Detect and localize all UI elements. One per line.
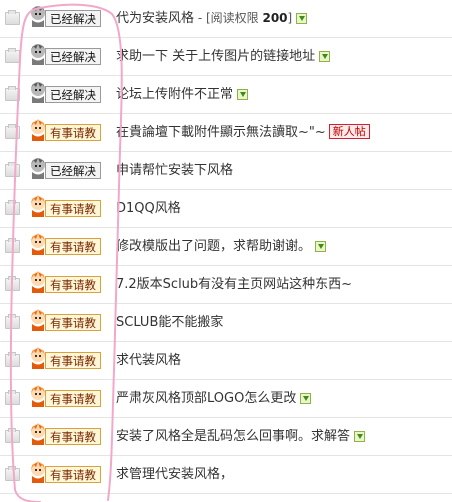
orange-avatar-icon (28, 459, 48, 483)
thread-title-text: 7.2版本Sclub有没有主页网站这种东西~ (116, 277, 353, 292)
badge-label: 有事请教 (45, 124, 101, 141)
thread-title-link[interactable]: 7.2版本Sclub有没有主页网站这种东西~ (116, 276, 352, 293)
orange-avatar-icon (28, 231, 48, 255)
folder-icon (5, 86, 20, 101)
attachment-icon (237, 89, 249, 100)
thread-row[interactable]: 有事请教 严肃灰风格顶部LOGO怎么更改 (0, 380, 452, 418)
orange-avatar-icon (28, 269, 48, 293)
attachment-icon (319, 51, 331, 62)
thread-row[interactable]: 有事请教 在貴論壇下載附件顯示無法讀取~"~ 新人帖 (0, 114, 452, 152)
thread-list: 已经解决 代为安装风格 - [阅读权限 200] 已经解决 求助一下 关于上传图片的链… (0, 0, 452, 494)
folder-icon (5, 10, 20, 25)
badge-label: 有事请教 (45, 314, 101, 331)
folder-icon (5, 352, 20, 367)
folder-icon (5, 162, 20, 177)
thread-title-text: 求助一下 关于上传图片的链接地址 (116, 49, 316, 64)
thread-row[interactable]: 有事请教 求管理代安装风格， (0, 456, 452, 494)
read-permission-close: ] (287, 11, 293, 25)
thread-title-text: 修改模版出了问题，求帮助谢谢。 (116, 239, 312, 254)
folder-icon (5, 200, 20, 215)
thread-row[interactable]: 有事请教 修改模版出了问题，求帮助谢谢。 (0, 228, 452, 266)
thread-title-text: 代为安装风格 (116, 11, 195, 26)
new-user-tag: 新人帖 (328, 124, 370, 139)
thread-row[interactable]: 有事请教 求代装风格 (0, 342, 452, 380)
badge-label: 有事请教 (45, 352, 101, 369)
thread-title-text: 求代装风格 (116, 353, 182, 368)
thread-title-link[interactable]: 在貴論壇下載附件顯示無法讀取~"~ 新人帖 (116, 124, 370, 141)
thread-row[interactable]: 已经解决 申请帮忙安装下风格 (0, 152, 452, 190)
attachment-icon (315, 241, 327, 252)
thread-row[interactable]: 有事请教 SCLUB能不能搬家 (0, 304, 452, 342)
badge-label: 已经解决 (45, 10, 101, 27)
thread-row[interactable]: 有事请教 D1QQ风格 (0, 190, 452, 228)
folder-icon (5, 466, 20, 481)
thread-row[interactable]: 有事请教 安装了风格全是乱码怎么回事啊。求解答 (0, 418, 452, 456)
thread-title-link[interactable]: 修改模版出了问题，求帮助谢谢。 (116, 238, 327, 255)
thread-title-text: D1QQ风格 (116, 201, 181, 216)
orange-avatar-icon (28, 421, 48, 445)
thread-title-text: 严肃灰风格顶部LOGO怎么更改 (116, 391, 297, 406)
folder-icon (5, 124, 20, 139)
thread-title-link[interactable]: SCLUB能不能搬家 (116, 314, 223, 331)
thread-title-text: 求管理代安装风格， (116, 467, 234, 482)
orange-avatar-icon (28, 193, 48, 217)
folder-icon (5, 276, 20, 291)
folder-icon (5, 390, 20, 405)
badge-label: 已经解决 (45, 86, 101, 103)
gray-avatar-icon (28, 41, 48, 65)
gray-avatar-icon (28, 155, 48, 179)
attachment-icon (300, 393, 312, 404)
badge-label: 有事请教 (45, 390, 101, 407)
thread-row[interactable]: 已经解决 论坛上传附件不正常 (0, 76, 452, 114)
folder-icon (5, 428, 20, 443)
thread-title-link[interactable]: 安装了风格全是乱码怎么回事啊。求解答 (116, 428, 366, 445)
gray-avatar-icon (28, 3, 48, 27)
thread-title-text: 安装了风格全是乱码怎么回事啊。求解答 (116, 429, 351, 444)
badge-label: 有事请教 (45, 200, 101, 217)
read-permission: - [阅读权限 200] (194, 11, 292, 25)
badge-label: 已经解决 (45, 162, 101, 179)
read-permission-label: - [阅读权限 (194, 11, 263, 25)
thread-title-link[interactable]: 论坛上传附件不正常 (116, 86, 249, 103)
folder-icon (5, 314, 20, 329)
badge-label: 有事请教 (45, 238, 101, 255)
orange-avatar-icon (28, 117, 48, 141)
read-permission-value: 200 (262, 11, 288, 25)
thread-title-text: 在貴論壇下載附件顯示無法讀取~"~ (116, 125, 326, 140)
thread-title-link[interactable]: 申请帮忙安装下风格 (116, 162, 233, 179)
thread-title-text: 论坛上传附件不正常 (116, 87, 234, 102)
thread-title-link[interactable]: D1QQ风格 (116, 200, 181, 217)
thread-title-text: SCLUB能不能搬家 (116, 315, 224, 330)
thread-title-link[interactable]: 求管理代安装风格， (116, 466, 233, 483)
orange-avatar-icon (28, 307, 48, 331)
gray-avatar-icon (28, 79, 48, 103)
attachment-icon (296, 13, 308, 24)
attachment-icon (354, 431, 366, 442)
thread-title-link[interactable]: 求助一下 关于上传图片的链接地址 (116, 48, 331, 65)
badge-label: 已经解决 (45, 48, 101, 65)
folder-icon (5, 48, 20, 63)
thread-title-link[interactable]: 严肃灰风格顶部LOGO怎么更改 (116, 390, 312, 407)
badge-label: 有事请教 (45, 466, 101, 483)
orange-avatar-icon (28, 383, 48, 407)
folder-icon (5, 238, 20, 253)
thread-title-link[interactable]: 代为安装风格 - [阅读权限 200] (116, 10, 308, 27)
orange-avatar-icon (28, 345, 48, 369)
badge-label: 有事请教 (45, 428, 101, 445)
thread-row[interactable]: 已经解决 代为安装风格 - [阅读权限 200] (0, 0, 452, 38)
thread-title-text: 申请帮忙安装下风格 (116, 163, 234, 178)
badge-label: 有事请教 (45, 276, 101, 293)
thread-row[interactable]: 有事请教 7.2版本Sclub有没有主页网站这种东西~ (0, 266, 452, 304)
thread-row[interactable]: 已经解决 求助一下 关于上传图片的链接地址 (0, 38, 452, 76)
thread-title-link[interactable]: 求代装风格 (116, 352, 181, 369)
